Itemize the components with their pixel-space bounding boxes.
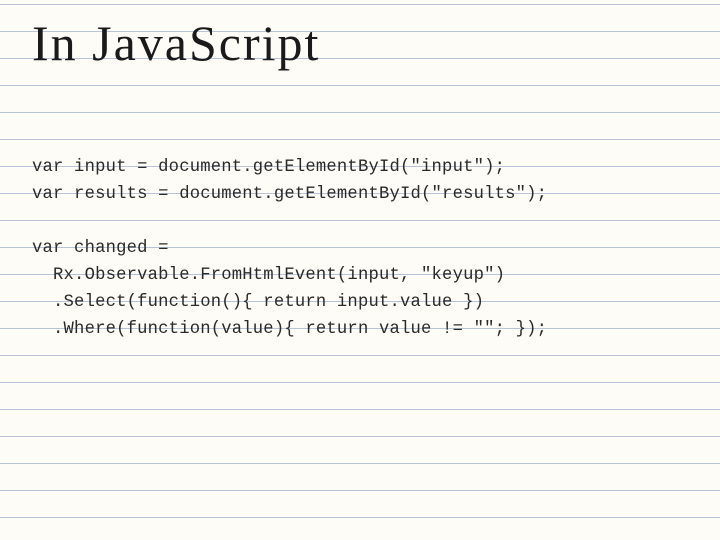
code-snippet-2: var changed = Rx.Observable.FromHtmlEven… bbox=[32, 235, 688, 343]
slide-content: In JavaScript var input = document.getEl… bbox=[0, 0, 720, 343]
slide-title: In JavaScript bbox=[32, 0, 688, 74]
code-snippet-1: var input = document.getElementById("inp… bbox=[32, 154, 688, 208]
